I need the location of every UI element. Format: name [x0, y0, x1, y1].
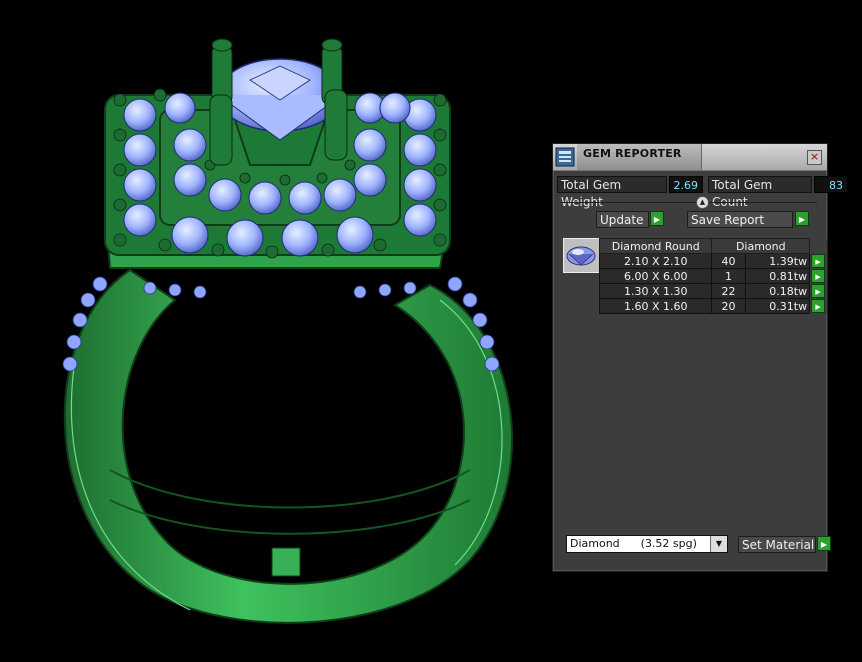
gem-weight-cell: 1.39tw	[744, 253, 811, 269]
gem-count-cell: 40	[711, 253, 746, 269]
gem-weight-cell: 0.18tw	[744, 283, 811, 299]
gem-reporter-panel: GEM REPORTER × Total Gem Weight 2.69 Tot…	[552, 143, 848, 572]
gem-size-cell: 2.10 X 2.10	[598, 253, 713, 269]
gem-shape-header: Diamond Round	[598, 238, 713, 254]
total-gem-weight-label: Total Gem Weight	[557, 176, 667, 209]
gem-table: Diamond Round Diamond 2.10 X 2.10 40 1.3…	[598, 238, 827, 314]
update-play-icon[interactable]: ▶	[650, 211, 664, 226]
gem-count-cell: 1	[711, 268, 746, 284]
gem-size-cell: 1.60 X 1.60	[598, 298, 713, 314]
row-select-play-icon[interactable]: ▶	[811, 254, 826, 268]
panel-titlebar[interactable]: GEM REPORTER ×	[553, 144, 827, 171]
gem-weight-cell: 0.31tw	[744, 298, 811, 314]
gem-material-header: Diamond	[711, 238, 811, 254]
diamond-icon	[566, 246, 596, 266]
table-row[interactable]: 1.30 X 1.30 22 0.18tw ▶	[598, 283, 827, 299]
gem-size-cell: 1.30 X 1.30	[598, 283, 713, 299]
gem-count-cell: 20	[711, 298, 746, 314]
set-material-play-icon[interactable]: ▶	[817, 536, 831, 551]
gem-thumbnail[interactable]	[563, 238, 600, 273]
update-button[interactable]: Update	[596, 211, 649, 228]
save-report-play-icon[interactable]: ▶	[795, 211, 809, 226]
row-select-play-icon[interactable]: ▶	[811, 284, 826, 298]
table-row[interactable]: 6.00 X 6.00 1 0.81tw ▶	[598, 268, 827, 284]
dropdown-arrow-icon[interactable]: ▼	[710, 536, 727, 552]
total-gem-weight-value: 2.69	[669, 176, 703, 193]
gem-count-cell: 22	[711, 283, 746, 299]
collapse-icon[interactable]: ▲	[696, 196, 709, 209]
save-report-button[interactable]: Save Report	[687, 211, 793, 228]
close-icon[interactable]: ×	[807, 150, 822, 165]
row-select-play-icon[interactable]: ▶	[811, 299, 826, 313]
material-select-value: Diamond (3.52 spg)	[570, 537, 697, 550]
panel-title: GEM REPORTER	[583, 147, 682, 160]
row-select-play-icon[interactable]: ▶	[811, 269, 826, 283]
material-select[interactable]: Diamond (3.52 spg) ▼	[566, 535, 728, 553]
panel-divider	[561, 202, 817, 203]
table-row[interactable]: 1.60 X 1.60 20 0.31tw ▶	[598, 298, 827, 314]
total-gem-count-label: Total Gem Count	[708, 176, 812, 209]
gem-weight-cell: 0.81tw	[744, 268, 811, 284]
gem-reporter-icon	[555, 147, 575, 167]
total-gem-count-value: 83	[814, 176, 848, 193]
table-row[interactable]: 2.10 X 2.10 40 1.39tw ▶	[598, 253, 827, 269]
set-material-button[interactable]: Set Material	[738, 536, 816, 553]
gem-size-cell: 6.00 X 6.00	[598, 268, 713, 284]
